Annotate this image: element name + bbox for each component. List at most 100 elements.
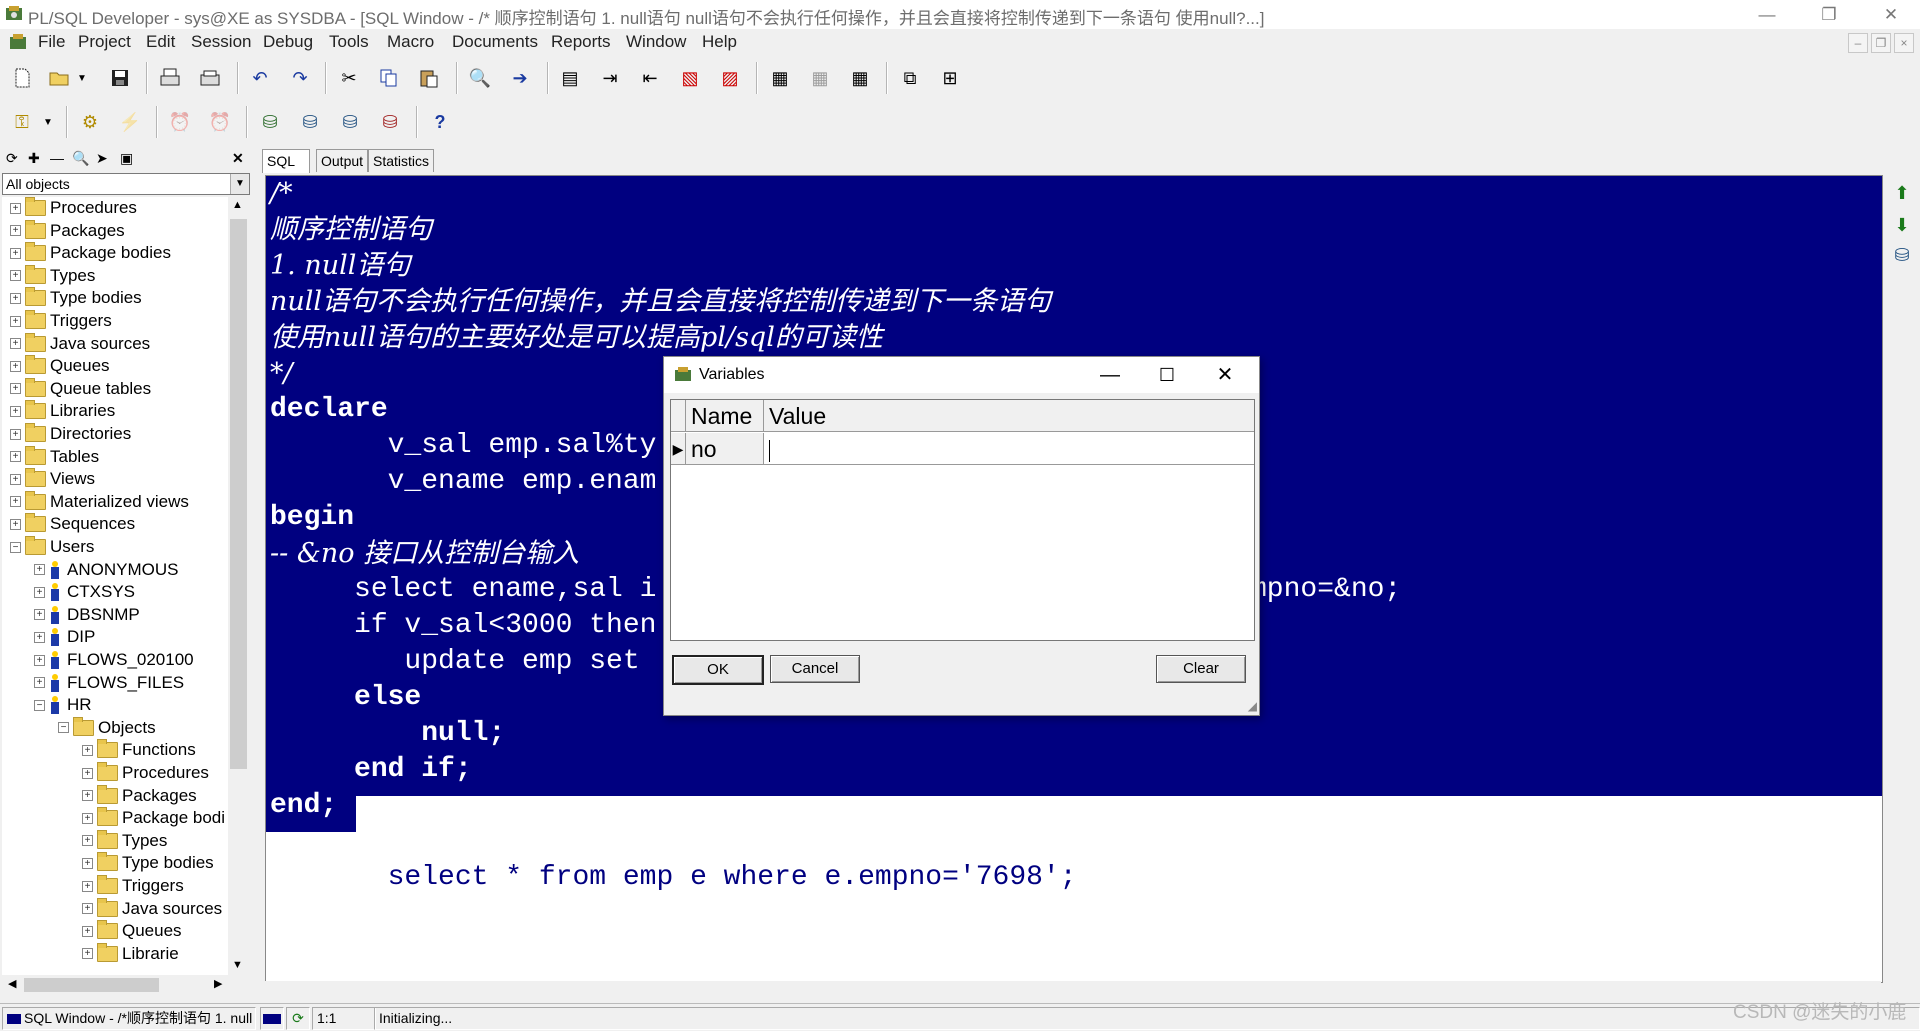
tree-item[interactable]: + ANONYMOUS xyxy=(34,559,178,581)
column-header-value[interactable]: Value xyxy=(764,400,1254,432)
expand-icon[interactable]: + xyxy=(82,790,93,802)
menu-reports[interactable]: Reports xyxy=(551,32,611,52)
tree-item[interactable]: − Users xyxy=(10,536,94,558)
tree-item[interactable]: − HR xyxy=(34,694,92,716)
expand-icon[interactable]: + xyxy=(10,225,21,237)
window-list-item[interactable]: SQL Window - /*顺序控制语句 1. null xyxy=(2,1007,256,1030)
comment-icon[interactable]: ▧ xyxy=(674,62,706,94)
undo-icon[interactable]: ↶ xyxy=(244,62,276,94)
refresh-icon[interactable]: ⟳ xyxy=(6,150,18,167)
save-icon[interactable] xyxy=(104,62,136,94)
tree-vertical-scrollbar[interactable]: ▲ ▼ xyxy=(228,197,249,977)
expand-icon[interactable]: + xyxy=(10,473,21,485)
binoculars-icon[interactable]: 🔍 xyxy=(72,150,89,167)
dialog-close-button[interactable]: ✕ xyxy=(1197,361,1253,389)
expand-icon[interactable]: + xyxy=(82,925,93,937)
unindent-icon[interactable]: ⇤ xyxy=(634,62,666,94)
describe-icon[interactable]: ▤ xyxy=(554,62,586,94)
scroll-up-icon[interactable]: ▲ xyxy=(232,199,243,211)
expand-icon[interactable]: + xyxy=(34,564,45,576)
expand-icon[interactable]: + xyxy=(34,609,45,621)
cancel-button[interactable]: Cancel xyxy=(770,655,860,683)
expand-icon[interactable]: + xyxy=(10,383,21,395)
uncomment-icon[interactable]: ▨ xyxy=(714,62,746,94)
object-filter-select[interactable]: All objects ▼ xyxy=(2,173,250,195)
key-icon[interactable]: ⚿ xyxy=(6,106,38,138)
expand-icon[interactable]: + xyxy=(10,518,21,530)
db-icon[interactable]: ⛁ xyxy=(334,106,366,138)
menu-tools[interactable]: Tools xyxy=(329,32,369,52)
execute-gear-icon[interactable]: ⚙ xyxy=(74,106,106,138)
expand-icon[interactable]: + xyxy=(34,677,45,689)
query-builder-icon[interactable]: ▦ xyxy=(844,62,876,94)
new-icon[interactable] xyxy=(6,62,38,94)
tree-item[interactable]: + DIP xyxy=(34,626,95,648)
mdi-minimize-button[interactable]: – xyxy=(1848,33,1868,53)
tree-item[interactable]: + Packages xyxy=(82,784,197,807)
tree-item[interactable]: + Packages xyxy=(10,219,125,242)
tree-item[interactable]: + Type bodies xyxy=(82,852,214,874)
folder-filter-icon[interactable]: ▣ xyxy=(120,150,133,167)
collapse-icon[interactable]: − xyxy=(34,699,45,711)
tree-item[interactable]: + Type bodies xyxy=(10,287,142,309)
expand-icon[interactable]: + xyxy=(82,767,93,779)
expand-icon[interactable]: + xyxy=(82,903,93,915)
chevron-down-icon[interactable]: ▼ xyxy=(230,174,249,194)
expand-icon[interactable]: + xyxy=(10,405,21,417)
expand-icon[interactable]: + xyxy=(82,744,93,756)
menu-macro[interactable]: Macro xyxy=(387,32,434,52)
expand-icon[interactable]: + xyxy=(10,270,21,282)
filter-icon[interactable]: ➤ xyxy=(96,150,108,167)
object-tree[interactable]: + Procedures + Packages + Package bodies + Type… xyxy=(2,197,228,977)
tree-item[interactable]: − Objects xyxy=(58,716,156,739)
expand-icon[interactable]: + xyxy=(82,948,93,960)
redo-icon[interactable]: ↷ xyxy=(284,62,316,94)
tab-output[interactable]: Output xyxy=(316,149,368,172)
expand-icon[interactable]: + xyxy=(10,451,21,463)
variable-value-cell[interactable] xyxy=(764,433,1254,465)
tree-item[interactable]: + Directories xyxy=(10,423,131,445)
tree-item[interactable]: + FLOWS_020100 xyxy=(34,649,194,671)
ok-button[interactable]: OK xyxy=(672,655,764,685)
scroll-right-icon[interactable]: ▶ xyxy=(214,977,222,990)
cut-icon[interactable]: ✂ xyxy=(333,62,365,94)
tree-item[interactable]: + FLOWS_FILES xyxy=(34,672,184,694)
key-dropdown-icon[interactable]: ▼ xyxy=(40,106,56,138)
db-disconnect-icon[interactable]: ⛁ xyxy=(374,106,406,138)
paste-icon[interactable] xyxy=(413,62,445,94)
tree-item[interactable]: + Queue tables xyxy=(10,377,151,400)
minimize-button[interactable]: — xyxy=(1738,0,1796,29)
scroll-down-icon[interactable]: ▼ xyxy=(232,959,243,971)
scroll-thumb[interactable] xyxy=(230,219,247,769)
tab-sql[interactable]: SQL xyxy=(262,149,310,173)
collapse-icon[interactable]: − xyxy=(58,722,69,734)
expand-icon[interactable]: + xyxy=(10,496,21,508)
tree-item[interactable]: + Queues xyxy=(82,920,182,942)
scroll-left-icon[interactable]: ◀ xyxy=(8,977,16,990)
menu-edit[interactable]: Edit xyxy=(146,32,175,52)
tree-item[interactable]: + Procedures xyxy=(82,762,209,784)
variables-grid[interactable]: Name Value ▶ no xyxy=(670,399,1255,641)
clear-button[interactable]: Clear xyxy=(1156,655,1246,683)
tree-item[interactable]: + Functions xyxy=(82,739,196,761)
tree-item[interactable]: + Types xyxy=(10,264,95,287)
mdi-restore-button[interactable]: ❐ xyxy=(1871,33,1891,53)
arrow-up-icon[interactable]: ⬆ xyxy=(1890,183,1914,207)
tree-item[interactable]: + Libraries xyxy=(10,400,115,422)
open-icon[interactable] xyxy=(44,62,76,94)
resize-grip-icon[interactable]: ◢ xyxy=(1248,699,1257,713)
expand-icon[interactable]: + xyxy=(34,631,45,643)
expand-icon[interactable]: + xyxy=(10,315,21,327)
find-next-icon[interactable]: ➔ xyxy=(504,62,536,94)
tree-horizontal-scrollbar[interactable]: ◀ ▶ xyxy=(2,975,248,995)
open-dropdown-icon[interactable]: ▼ xyxy=(74,62,90,94)
collapse-icon[interactable]: − xyxy=(10,541,21,553)
tree-item[interactable]: + Materialized views xyxy=(10,490,189,513)
column-header-name[interactable]: Name xyxy=(686,400,764,432)
tree-item[interactable]: + Librarie xyxy=(82,942,179,965)
menu-documents[interactable]: Documents xyxy=(452,32,538,52)
expand-icon[interactable]: + xyxy=(10,292,21,304)
close-window-button[interactable]: ✕ xyxy=(1862,0,1920,29)
mdi-close-button[interactable]: × xyxy=(1894,33,1914,53)
tree-item[interactable]: + Procedures xyxy=(10,197,137,219)
